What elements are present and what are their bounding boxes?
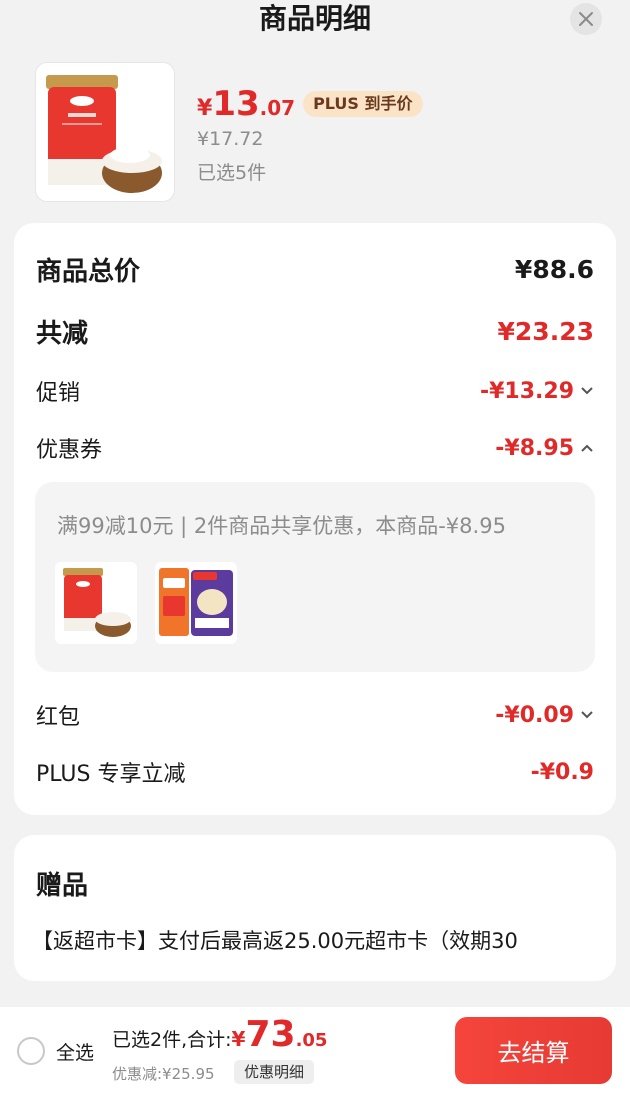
gift-description: 【返超市卡】支付后最高返25.00元超市卡（效期30	[32, 929, 518, 953]
total-reduce-value: ¥23.23	[497, 317, 594, 346]
total-reduce-label: 共减	[36, 319, 89, 349]
redpacket-label: 红包	[36, 705, 81, 730]
page-title: 商品明细	[258, 2, 371, 35]
promo-label: 促销	[36, 381, 81, 406]
snack-pack-icon	[159, 568, 233, 636]
select-all-radio[interactable]	[17, 1037, 45, 1065]
select-all-label[interactable]: 全选	[56, 1038, 94, 1065]
coupon-label: 优惠券	[36, 438, 103, 463]
coupon-value: -¥8.95	[495, 435, 574, 461]
discount-detail-button[interactable]: 优惠明细	[234, 1060, 315, 1084]
total-reduce-row: 共减 ¥23.23	[36, 313, 594, 350]
checkout-bar: 全选 已选2件,合计: ¥ 73 .05 优惠减:¥25.95 优惠明细 去结算	[0, 1007, 630, 1094]
redpacket-row[interactable]: 红包 -¥0.09	[36, 699, 594, 731]
coupon-detail-text: 满99减10元 | 2件商品共享优惠，本商品-¥8.95	[57, 514, 506, 538]
total-decimal: .05	[295, 1030, 328, 1051]
close-icon	[579, 12, 593, 26]
selected-quantity: 已选5件	[197, 162, 267, 184]
total-label: 已选2件,合计:	[112, 1029, 232, 1051]
plus-price-badge: PLUS 到手价	[303, 91, 423, 117]
redpacket-amount: -¥0.09	[495, 703, 594, 728]
product-thumbnail[interactable]	[35, 62, 175, 202]
price-symbol: ¥	[197, 96, 213, 121]
redpacket-value: -¥0.09	[495, 702, 574, 728]
price-summary-card: 商品总价 ¥88.6 共减 ¥23.23 促销 -¥13.29 优惠券 -¥8.…	[14, 223, 616, 815]
coupon-detail-box: 满99减10元 | 2件商品共享优惠，本商品-¥8.95	[35, 482, 595, 672]
gift-card: 赠品 【返超市卡】支付后最高返25.00元超市卡（效期30	[14, 835, 616, 981]
total-integer: 73	[245, 1014, 296, 1055]
sugar-jar-icon	[63, 568, 131, 637]
original-price: ¥17.72	[197, 128, 264, 150]
promo-row[interactable]: 促销 -¥13.29	[36, 375, 594, 407]
checkout-button[interactable]: 去结算	[455, 1017, 612, 1084]
product-info: ¥ 13 .07 PLUS 到手价 ¥17.72 已选5件	[35, 62, 595, 202]
chevron-down-icon[interactable]	[580, 708, 594, 722]
plus-discount-label: PLUS 专享立减	[36, 762, 186, 787]
discount-summary: 优惠减:¥25.95	[112, 1065, 215, 1083]
total-price-value: ¥88.6	[514, 255, 594, 284]
chevron-up-icon[interactable]	[580, 441, 594, 455]
coupon-product-image-2[interactable]	[155, 562, 237, 644]
price-decimal: .07	[259, 96, 296, 120]
promo-value: -¥13.29	[479, 378, 574, 404]
order-total: 已选2件,合计: ¥ 73 .05	[112, 1013, 327, 1057]
plus-discount-row: PLUS 专享立减 -¥0.9	[36, 756, 594, 788]
coupon-product-image-1[interactable]	[55, 562, 137, 644]
gift-title: 赠品	[36, 871, 89, 901]
total-price-row: 商品总价 ¥88.6	[36, 251, 594, 288]
coupon-amount: -¥8.95	[495, 436, 594, 461]
plus-price: ¥ 13 .07 PLUS 到手价	[197, 84, 423, 124]
plus-discount-value: -¥0.9	[530, 759, 594, 785]
coupon-row[interactable]: 优惠券 -¥8.95	[36, 432, 594, 464]
header: 商品明细	[0, 0, 630, 44]
promo-amount: -¥13.29	[480, 379, 594, 404]
product-image	[46, 75, 162, 193]
total-symbol: ¥	[231, 1027, 246, 1051]
chevron-down-icon[interactable]	[580, 384, 594, 398]
total-price-label: 商品总价	[36, 257, 141, 287]
close-button[interactable]	[570, 3, 602, 35]
price-integer: 13	[212, 84, 260, 124]
